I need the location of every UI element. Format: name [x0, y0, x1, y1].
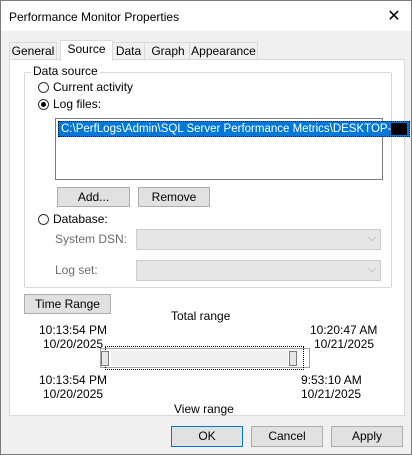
cancel-button[interactable]: Cancel	[251, 426, 323, 447]
range-end-handle[interactable]	[289, 351, 297, 366]
view-start-time: 10:13:54 PM	[39, 373, 108, 387]
properties-dialog: Performance Monitor Properties ✕ General…	[0, 0, 412, 455]
database-radio[interactable]: Database:	[38, 212, 108, 226]
tab-data[interactable]: Data	[110, 42, 147, 60]
window-title: Performance Monitor Properties	[9, 10, 180, 24]
system-dsn-select: ⌵	[136, 229, 381, 250]
remove-button[interactable]: Remove	[138, 187, 210, 207]
view-range-label: View range	[174, 402, 234, 416]
close-icon: ✕	[387, 8, 401, 25]
total-start-date: 10/20/2025	[43, 337, 104, 351]
tab-appearance[interactable]: Appearance	[189, 42, 258, 60]
log-set-label: Log set:	[55, 263, 98, 277]
current-activity-label: Current activity	[53, 80, 134, 94]
tab-graph[interactable]: Graph	[144, 42, 192, 60]
tab-source[interactable]: Source	[60, 40, 113, 61]
total-end-date: 10/21/2025	[314, 337, 375, 351]
list-item[interactable]: C:\PerfLogs\Admin\SQL Server Performance…	[58, 121, 411, 137]
radio-unchecked-icon	[38, 81, 49, 93]
system-dsn-label: System DSN:	[55, 232, 128, 246]
current-activity-radio[interactable]: Current activity	[38, 80, 133, 94]
redaction-block	[391, 122, 408, 135]
log-set-select: ⌵	[136, 260, 381, 281]
range-start-handle[interactable]	[101, 351, 109, 366]
total-start-time: 10:13:54 PM	[39, 323, 108, 337]
add-button[interactable]: Add...	[57, 187, 130, 207]
time-range-button[interactable]: Time Range	[24, 294, 111, 314]
data-source-group-label: Data source	[31, 64, 100, 78]
time-range-focus-rect	[105, 346, 304, 370]
view-end-date: 10/21/2025	[301, 387, 362, 401]
apply-button[interactable]: Apply	[331, 426, 403, 447]
view-end-time: 9:53:10 AM	[301, 373, 362, 387]
log-files-radio[interactable]: Log files:	[38, 97, 101, 111]
radio-checked-icon	[38, 98, 49, 110]
log-files-label: Log files:	[53, 97, 102, 111]
database-label: Database:	[53, 212, 108, 226]
chevron-down-icon: ⌵	[367, 263, 376, 275]
close-button[interactable]: ✕	[377, 1, 411, 31]
chevron-down-icon: ⌵	[367, 232, 376, 244]
ok-button[interactable]: OK	[171, 426, 243, 447]
radio-unchecked-icon	[38, 213, 49, 225]
log-files-list[interactable]: C:\PerfLogs\Admin\SQL Server Performance…	[55, 118, 411, 180]
title-bar: Performance Monitor Properties ✕	[1, 1, 411, 31]
total-range-label: Total range	[171, 309, 231, 323]
total-end-time: 10:20:47 AM	[310, 323, 378, 337]
tab-general[interactable]: General	[9, 42, 57, 60]
view-start-date: 10/20/2025	[43, 387, 104, 401]
